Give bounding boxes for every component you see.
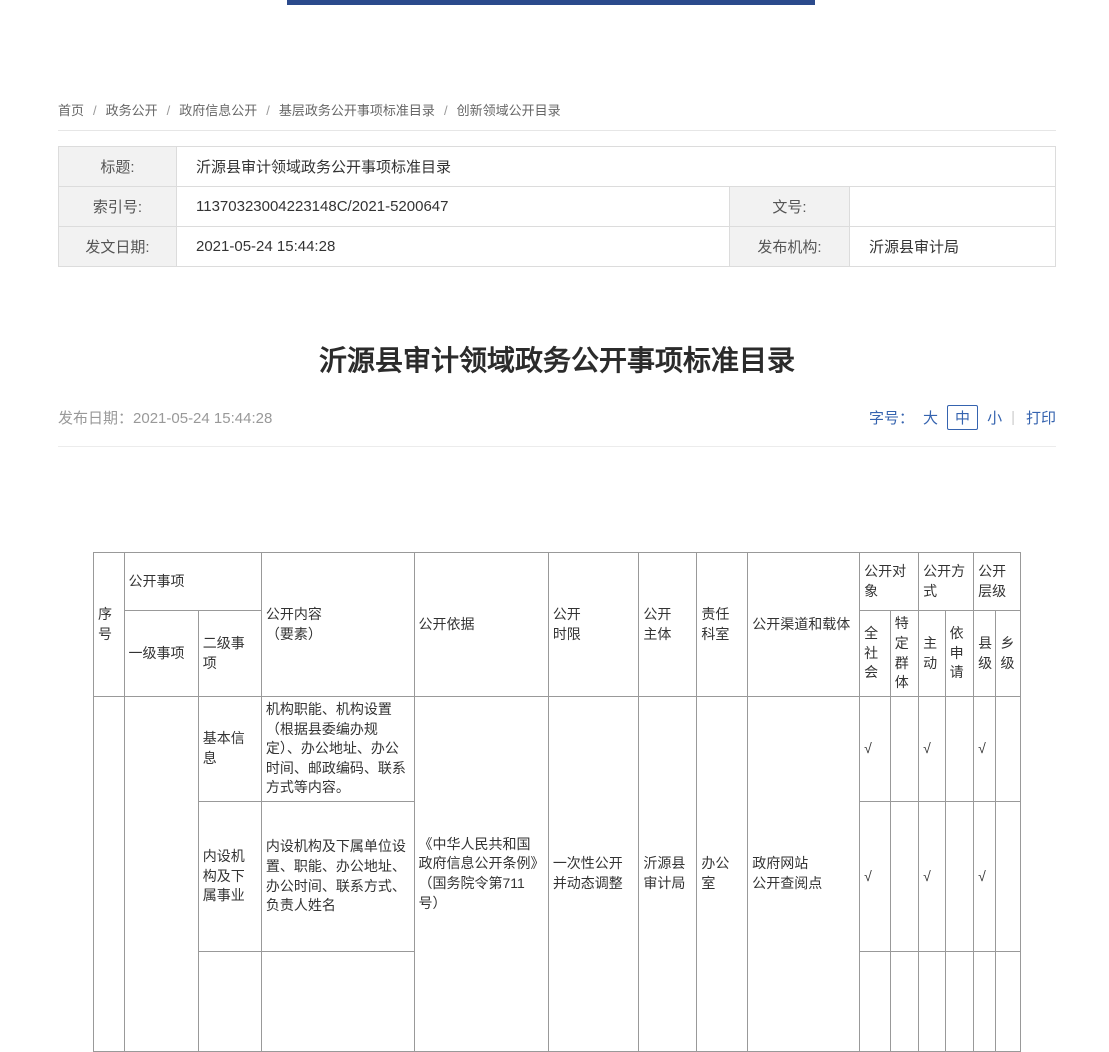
top-nav-bar-edge (287, 0, 815, 5)
font-size-label: 字号： (869, 407, 914, 428)
print-button[interactable]: 打印 (1026, 407, 1056, 428)
cell-check-xianji: √ (974, 802, 996, 952)
header-fangshi: 公开方式 (919, 553, 974, 611)
cell-check-teding (890, 802, 918, 952)
cell-check-teding (890, 697, 918, 802)
table-row: 基本信息 机构职能、机构设置（根据县委编办规定）、办公地址、办公时间、邮政编码、… (94, 697, 1021, 802)
font-size-medium-button[interactable]: 中 (947, 405, 978, 430)
cell-check-quanshehui: √ (860, 697, 891, 802)
meta-date-label: 发文日期: (59, 227, 177, 267)
header-quanshehui: 全社会 (860, 611, 891, 697)
cell-neirong (261, 952, 414, 1052)
cell-yiji (124, 697, 198, 1052)
header-erji: 二级事项 (198, 611, 261, 697)
breadcrumb: 首页 / 政务公开 / 政府信息公开 / 基层政务公开事项标准目录 / 创新领域公开目录 (58, 0, 1056, 131)
page-title: 沂源县审计领域政务公开事项标准目录 (58, 339, 1056, 379)
font-size-controls: 字号： 大 中 小 | 打印 (864, 405, 1056, 430)
cell-erji (198, 952, 261, 1052)
header-yiju: 公开依据 (414, 553, 548, 697)
cell-check-zhudong: √ (919, 802, 945, 952)
meta-index-label: 索引号: (59, 187, 177, 227)
header-teding: 特定群体 (890, 611, 918, 697)
cell-check-xiangji (996, 952, 1021, 1052)
cell-shixian: 一次性公开并动态调整 (548, 697, 639, 1052)
cell-erji: 基本信息 (198, 697, 261, 802)
breadcrumb-separator: / (444, 103, 448, 118)
cell-check-zhudong: √ (919, 697, 945, 802)
header-duixiang: 公开对象 (860, 553, 919, 611)
header-cengji: 公开 层级 (974, 553, 1021, 611)
cell-check-xianji (974, 952, 996, 1052)
meta-row-date: 发文日期: 2021-05-24 15:44:28 发布机构: 沂源县审计局 (59, 227, 1056, 267)
breadcrumb-government-info[interactable]: 政府信息公开 (179, 103, 257, 118)
cell-keshi: 办公室 (697, 697, 748, 1052)
publish-date-value: 2021-05-24 15:44:28 (133, 410, 272, 427)
header-xuhao: 序号 (94, 553, 125, 697)
cell-neirong: 机构职能、机构设置（根据县委编办规定）、办公地址、办公时间、邮政编码、联系方式等… (261, 697, 414, 802)
catalog-header-row-1: 序号 公开事项 公开内容 （要素） 公开依据 公开 时限 公开 主体 责任科室 … (94, 553, 1021, 611)
breadcrumb-separator: / (93, 103, 97, 118)
header-xiangji: 乡级 (996, 611, 1021, 697)
meta-docno-label: 文号: (729, 187, 849, 227)
meta-row-title: 标题: 沂源县审计领域政务公开事项标准目录 (59, 147, 1056, 187)
controls-separator: | (1011, 409, 1015, 426)
header-xianji: 县级 (974, 611, 996, 697)
cell-check-yishenqing (945, 697, 973, 802)
header-zhudong: 主动 (919, 611, 945, 697)
meta-title-value: 沂源县审计领域政务公开事项标准目录 (177, 147, 1056, 187)
cell-check-yishenqing (945, 952, 973, 1052)
breadcrumb-home[interactable]: 首页 (58, 103, 84, 118)
header-qudao: 公开渠道和载体 (748, 553, 860, 697)
cell-check-xiangji (996, 697, 1021, 802)
cell-yiju: 《中华人民共和国政府信息公开条例》（国务院令第711号） (414, 697, 548, 1052)
meta-index-value: 11370323004223148C/2021-5200647 (177, 187, 730, 227)
cell-neirong: 内设机构及下属单位设置、职能、办公地址、办公时间、联系方式、负责人姓名 (261, 802, 414, 952)
header-yishenqing: 依申请 (945, 611, 973, 697)
font-size-small-button[interactable]: 小 (983, 406, 1006, 429)
breadcrumb-separator: / (167, 103, 171, 118)
cell-erji: 内设机构及下属事业 (198, 802, 261, 952)
cell-check-quanshehui (860, 952, 891, 1052)
document-meta-table: 标题: 沂源县审计领域政务公开事项标准目录 索引号: 1137032300422… (58, 146, 1056, 267)
publish-date-label: 发布日期： (58, 410, 133, 427)
cell-qudao: 政府网站 公开查阅点 (748, 697, 860, 1052)
breadcrumb-innovation-catalog[interactable]: 创新领域公开目录 (457, 103, 561, 118)
meta-docno-value (849, 187, 1055, 227)
cell-check-yishenqing (945, 802, 973, 952)
cell-check-zhudong (919, 952, 945, 1052)
header-zhuti: 公开 主体 (639, 553, 697, 697)
cell-xuhao (94, 697, 125, 1052)
cell-check-teding (890, 952, 918, 1052)
font-size-large-button[interactable]: 大 (919, 406, 942, 429)
header-shixian: 公开 时限 (548, 553, 639, 697)
meta-date-value: 2021-05-24 15:44:28 (177, 227, 730, 267)
header-neirong: 公开内容 （要素） (261, 553, 414, 697)
cell-check-xiangji (996, 802, 1021, 952)
meta-title-label: 标题: (59, 147, 177, 187)
meta-agency-value: 沂源县审计局 (849, 227, 1055, 267)
header-gongkai-shixiang: 公开事项 (124, 553, 261, 611)
breadcrumb-standard-catalog[interactable]: 基层政务公开事项标准目录 (279, 103, 435, 118)
page-content: 首页 / 政务公开 / 政府信息公开 / 基层政务公开事项标准目录 / 创新领域公开目录 标题:… (58, 0, 1056, 1052)
breadcrumb-separator: / (266, 103, 270, 118)
catalog-table: 序号 公开事项 公开内容 （要素） 公开依据 公开 时限 公开 主体 责任科室 … (93, 552, 1021, 1052)
cell-check-quanshehui: √ (860, 802, 891, 952)
header-yiji: 一级事项 (124, 611, 198, 697)
cell-check-xianji: √ (974, 697, 996, 802)
cell-zhuti: 沂源县审计局 (639, 697, 697, 1052)
publish-date: 发布日期：2021-05-24 15:44:28 (58, 407, 272, 428)
meta-agency-label: 发布机构: (729, 227, 849, 267)
breadcrumb-zhengwu-gongkai[interactable]: 政务公开 (106, 103, 158, 118)
article-toolbar: 发布日期：2021-05-24 15:44:28 字号： 大 中 小 | 打印 (58, 405, 1056, 447)
meta-row-index: 索引号: 11370323004223148C/2021-5200647 文号: (59, 187, 1056, 227)
header-keshi: 责任科室 (697, 553, 748, 697)
